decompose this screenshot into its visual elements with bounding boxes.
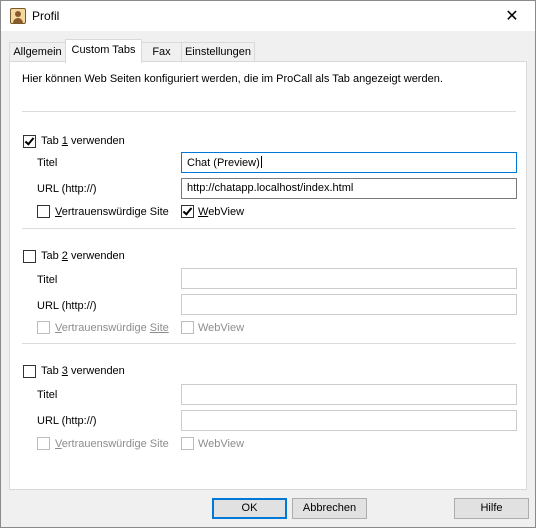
- cancel-button[interactable]: Abbrechen: [292, 498, 367, 519]
- custom-tabs-panel: Hier können Web Seiten konfiguriert werd…: [9, 61, 527, 490]
- tab2-trusted-label: Vertrauenswürdige Site: [55, 322, 169, 334]
- separator: [22, 228, 516, 229]
- help-button[interactable]: Hilfe: [454, 498, 529, 519]
- tab3-url-label: URL (http://): [37, 415, 97, 427]
- tab1-webview-label: WebView: [198, 206, 245, 218]
- tab2-use-label: Tab 2 verwenden: [41, 250, 125, 262]
- separator: [22, 111, 516, 112]
- tab-custom-tabs[interactable]: Custom Tabs: [65, 39, 142, 63]
- tab-einstellungen[interactable]: Einstellungen: [181, 42, 255, 61]
- tab3-url-input[interactable]: [181, 410, 517, 431]
- profile-app-icon: [10, 8, 26, 24]
- separator: [22, 343, 516, 344]
- tab2-url-label: URL (http://): [37, 300, 97, 312]
- tab2-title-label: Titel: [37, 274, 58, 286]
- tab2-webview-label: WebView: [198, 322, 245, 334]
- text-caret: [260, 156, 262, 168]
- tab1-title-input[interactable]: Chat (Preview): [181, 152, 517, 173]
- tab1-trusted-label: Vertrauenswürdige Site: [55, 206, 169, 218]
- ok-button[interactable]: OK: [212, 498, 287, 519]
- tab1-trusted-checkbox[interactable]: [37, 205, 50, 218]
- tab3-use-label: Tab 3 verwenden: [41, 365, 125, 377]
- tab3-webview-label: WebView: [198, 438, 245, 450]
- profile-dialog: Profil ✕ Allgemein Custom Tabs Fax Einst…: [0, 0, 536, 528]
- tab2-title-input[interactable]: [181, 268, 517, 289]
- tab1-webview-checkbox[interactable]: [181, 205, 194, 218]
- tab-allgemein[interactable]: Allgemein: [9, 42, 66, 61]
- close-icon[interactable]: ✕: [489, 1, 535, 31]
- tab2-use-checkbox[interactable]: [23, 250, 36, 263]
- tab2-url-input[interactable]: [181, 294, 517, 315]
- tab3-trusted-checkbox[interactable]: [37, 437, 50, 450]
- tab3-title-label: Titel: [37, 389, 58, 401]
- tab1-url-label: URL (http://): [37, 183, 97, 195]
- tab2-trusted-checkbox[interactable]: [37, 321, 50, 334]
- tab1-url-input[interactable]: http://chatapp.localhost/index.html: [181, 178, 517, 199]
- tab-fax[interactable]: Fax: [141, 42, 182, 61]
- description-text: Hier können Web Seiten konfiguriert werd…: [22, 73, 443, 85]
- tab3-use-checkbox[interactable]: [23, 365, 36, 378]
- tab1-use-checkbox[interactable]: [23, 135, 36, 148]
- title-bar: Profil ✕: [1, 1, 535, 31]
- window-title: Profil: [32, 9, 60, 23]
- tab3-webview-checkbox[interactable]: [181, 437, 194, 450]
- tab3-title-input[interactable]: [181, 384, 517, 405]
- tab3-trusted-label: Vertrauenswürdige Site: [55, 438, 169, 450]
- tab2-webview-checkbox[interactable]: [181, 321, 194, 334]
- tab1-use-label: Tab 1 verwenden: [41, 135, 125, 147]
- tab1-title-label: Titel: [37, 157, 58, 169]
